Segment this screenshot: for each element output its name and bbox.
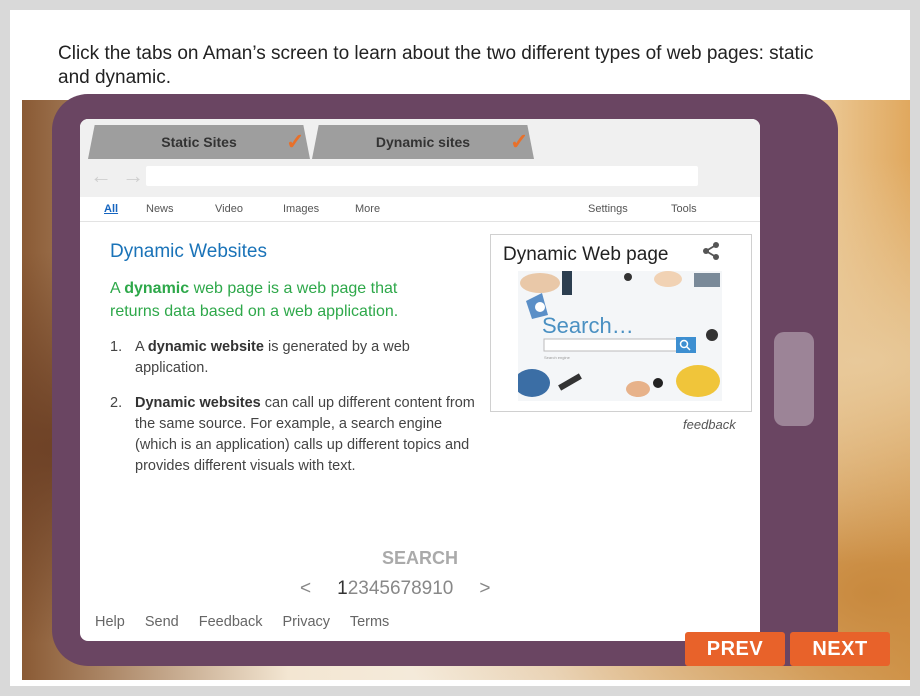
footer-send[interactable]: Send	[145, 614, 179, 630]
pager-prev[interactable]: <	[300, 578, 311, 599]
feedback-link[interactable]: feedback	[683, 417, 736, 432]
tab-label: Static Sites	[161, 134, 237, 150]
tab-static-sites[interactable]: Static Sites	[88, 125, 310, 159]
search-label: SEARCH	[381, 548, 458, 568]
tab-dynamic-sites[interactable]: Dynamic sites	[312, 125, 534, 159]
list-text: A	[135, 339, 148, 355]
article-list: 1. A dynamic website is generated by a we…	[110, 337, 480, 491]
checkmark-icon: ✓	[286, 129, 305, 154]
footer-feedback[interactable]: Feedback	[199, 614, 263, 630]
result-card: Dynamic Web page Search… Search engine	[490, 234, 752, 412]
menu-item-images: Images	[283, 203, 320, 215]
address-bar	[146, 166, 698, 186]
lead-bold-text: dynamic	[124, 280, 190, 297]
lead-paragraph: A dynamic web page is a web page that re…	[110, 277, 450, 323]
tablet-device: Static Sites ✓ Dynamic sites ✓ ← → All N…	[52, 94, 838, 666]
browser-screen: Static Sites ✓ Dynamic sites ✓ ← → All N…	[80, 119, 760, 641]
tab-label: Dynamic sites	[375, 134, 471, 150]
list-item: 1. A dynamic website is generated by a we…	[110, 337, 480, 379]
menu-item-more: More	[355, 203, 381, 215]
tablet-home-button	[774, 332, 814, 426]
list-number: 2.	[110, 395, 123, 411]
search-illustration: Search… Search engine	[518, 271, 722, 401]
instruction-text: Click the tabs on Aman’s screen to learn…	[58, 43, 814, 88]
pagination: <12345678910 >	[300, 578, 490, 600]
prev-button[interactable]: PREV	[685, 632, 785, 666]
search-menu-bar: All News Video Images More Settings Tool…	[80, 197, 760, 222]
menu-item-tools: Tools	[671, 203, 697, 215]
footer-privacy[interactable]: Privacy	[282, 614, 330, 630]
card-title: Dynamic Web page	[503, 244, 669, 265]
list-bold-text: dynamic website	[147, 339, 264, 355]
pager-pages[interactable]: 2345678910	[348, 578, 454, 599]
menu-item-news: News	[146, 203, 174, 215]
menu-item-all: All	[104, 203, 119, 215]
menu-item-settings: Settings	[588, 203, 628, 215]
next-button[interactable]: NEXT	[790, 632, 890, 666]
search-image-text: Search…	[542, 313, 634, 338]
search-image-caption: Search engine	[544, 355, 571, 360]
footer-links: Help Send Feedback Privacy Terms	[95, 614, 405, 630]
checkmark-icon: ✓	[510, 129, 529, 154]
list-number: 1.	[110, 339, 123, 355]
lead-text: A	[110, 280, 125, 297]
pager-current-page: 1	[337, 578, 348, 599]
article-title: Dynamic Websites	[110, 241, 267, 262]
back-forward-arrows-icon: ← →	[90, 163, 147, 188]
menu-item-video: Video	[215, 203, 243, 215]
list-bold-text: Dynamic websites	[135, 395, 261, 411]
browser-topbar: Static Sites ✓ Dynamic sites ✓ ← →	[80, 119, 760, 197]
footer-terms[interactable]: Terms	[350, 614, 389, 630]
footer-help[interactable]: Help	[95, 614, 125, 630]
list-item: 2. Dynamic websites can call up different…	[110, 393, 480, 477]
pager-next[interactable]: >	[479, 578, 490, 599]
page-frame: Click the tabs on Aman’s screen to learn…	[10, 10, 910, 686]
share-icon[interactable]	[701, 241, 721, 261]
